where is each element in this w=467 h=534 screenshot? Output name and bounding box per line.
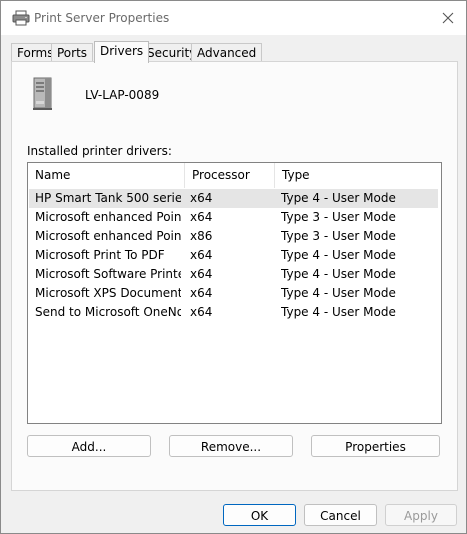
driver-name: HP Smart Tank 500 series ... <box>35 191 181 205</box>
remove-driver-button[interactable]: Remove... <box>169 435 293 457</box>
driver-type: Type 4 - User Mode <box>281 248 396 262</box>
apply-button[interactable]: Apply <box>385 504 457 526</box>
driver-processor: x86 <box>190 229 213 243</box>
column-header-type[interactable]: Type <box>275 163 441 188</box>
tab-label: Forms <box>17 46 54 60</box>
tab-drivers[interactable]: Drivers <box>94 41 150 63</box>
driver-name: Microsoft Software Printer... <box>35 267 181 281</box>
driver-type: Type 4 - User Mode <box>281 305 396 319</box>
tab-label: Advanced <box>197 46 257 60</box>
list-header: Name Processor Type <box>28 163 441 188</box>
driver-processor: x64 <box>190 191 213 205</box>
close-button[interactable] <box>430 1 466 35</box>
driver-processor: x64 <box>190 210 213 224</box>
driver-properties-button[interactable]: Properties <box>311 435 440 457</box>
tab-ports[interactable]: Ports <box>51 43 94 62</box>
window-title: Print Server Properties <box>34 11 170 25</box>
column-header-name[interactable]: Name <box>28 163 185 188</box>
driver-processor: x64 <box>190 248 213 262</box>
column-header-processor[interactable]: Processor <box>185 163 275 188</box>
table-row[interactable]: Microsoft enhanced Point... x86 Type 3 -… <box>29 227 438 246</box>
printer-icon <box>12 10 30 26</box>
table-row[interactable]: Microsoft XPS Document ... x64 Type 4 - … <box>29 284 438 303</box>
cancel-button[interactable]: Cancel <box>304 504 377 526</box>
driver-processor: x64 <box>190 305 213 319</box>
driver-type: Type 3 - User Mode <box>281 229 396 243</box>
table-row[interactable]: Microsoft Software Printer... x64 Type 4… <box>29 265 438 284</box>
table-row[interactable]: Send to Microsoft OneNot... x64 Type 4 -… <box>29 303 438 322</box>
driver-name: Send to Microsoft OneNot... <box>35 305 181 319</box>
driver-type: Type 4 - User Mode <box>281 286 396 300</box>
driver-name: Microsoft Print To PDF <box>35 248 165 262</box>
driver-type: Type 4 - User Mode <box>281 267 396 281</box>
print-server-properties-dialog: Print Server Properties Forms Ports Driv… <box>0 0 467 534</box>
title-bar[interactable]: Print Server Properties <box>1 1 466 35</box>
tab-label: Security <box>147 46 197 60</box>
driver-type: Type 3 - User Mode <box>281 210 396 224</box>
driver-processor: x64 <box>190 286 213 300</box>
close-icon <box>442 12 454 24</box>
drivers-list[interactable]: Name Processor Type HP Smart Tank 500 se… <box>27 162 442 424</box>
server-icon <box>31 77 55 111</box>
driver-name: Microsoft enhanced Point... <box>35 210 181 224</box>
table-row[interactable]: Microsoft Print To PDF x64 Type 4 - User… <box>29 246 438 265</box>
table-row[interactable]: Microsoft enhanced Point... x64 Type 3 -… <box>29 208 438 227</box>
table-row[interactable]: HP Smart Tank 500 series ... x64 Type 4 … <box>29 189 438 208</box>
server-name: LV-LAP-0089 <box>85 88 160 102</box>
driver-type: Type 4 - User Mode <box>281 191 396 205</box>
ok-button[interactable]: OK <box>223 504 296 526</box>
tab-advanced[interactable]: Advanced <box>191 43 263 62</box>
drivers-panel: LV-LAP-0089 Installed printer drivers: N… <box>11 61 458 491</box>
tab-label: Ports <box>57 46 88 60</box>
driver-processor: x64 <box>190 267 213 281</box>
tab-label: Drivers <box>100 44 144 58</box>
installed-drivers-label: Installed printer drivers: <box>27 144 172 158</box>
add-driver-button[interactable]: Add... <box>27 435 151 457</box>
driver-name: Microsoft enhanced Point... <box>35 229 181 243</box>
driver-name: Microsoft XPS Document ... <box>35 286 181 300</box>
